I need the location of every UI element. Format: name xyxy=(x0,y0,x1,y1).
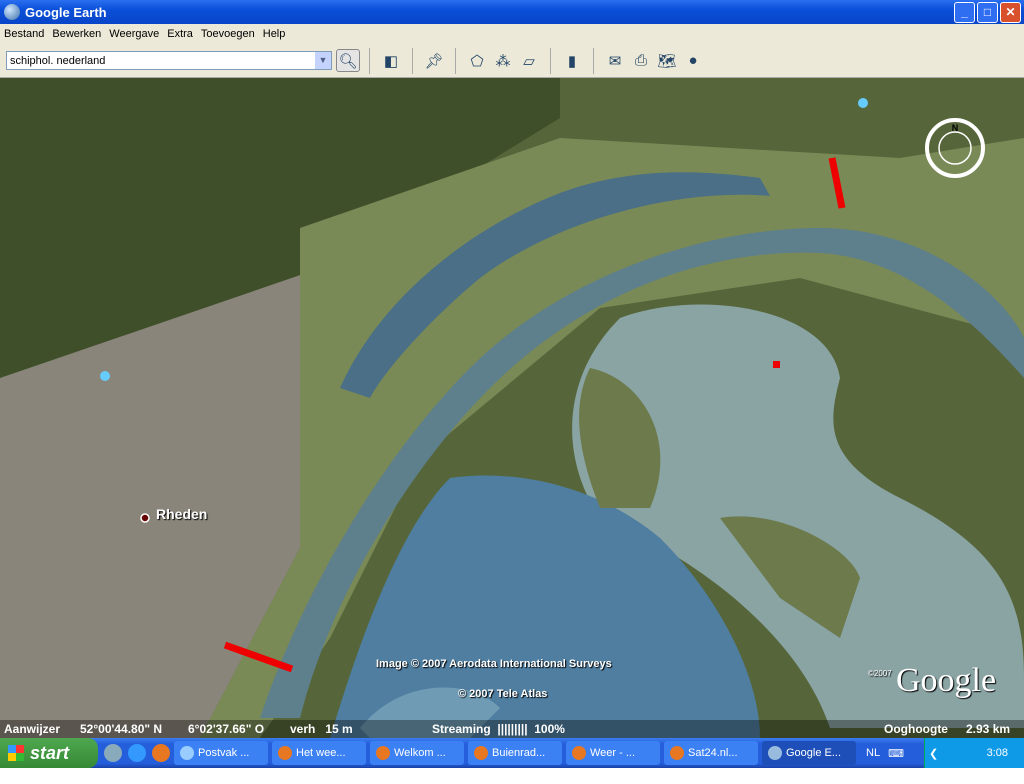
task-google-earth[interactable]: Google E... xyxy=(762,741,856,765)
add-placemark-button[interactable]: 📌︎ xyxy=(422,49,446,73)
outlook-icon xyxy=(180,746,194,760)
task-welkom[interactable]: Welkom ... xyxy=(370,741,464,765)
email-button[interactable]: ✉ xyxy=(603,49,627,73)
elevation: verh 15 m xyxy=(290,722,353,736)
firefox-icon xyxy=(278,746,292,760)
satellite-imagery: N xyxy=(0,78,1024,738)
menu-bestand[interactable]: Bestand xyxy=(4,28,44,40)
task-label: Het wee... xyxy=(296,747,346,759)
task-buienradar[interactable]: Buienrad... xyxy=(468,741,562,765)
quicklaunch-desktop-icon[interactable] xyxy=(104,744,122,762)
latitude: 52°00'44.80" N xyxy=(80,722,163,736)
firefox-icon xyxy=(670,746,684,760)
task-label: Sat24.nl... xyxy=(688,747,738,759)
sidebar-toggle-button[interactable]: ◧ xyxy=(379,49,403,73)
system-tray: ❮ 3:08 xyxy=(924,738,1024,768)
firefox-icon xyxy=(572,746,586,760)
show-hidden-icons-button[interactable]: ❮ xyxy=(929,747,938,760)
task-label: Welkom ... xyxy=(394,747,446,759)
language-indicator[interactable]: NL xyxy=(866,747,880,759)
imagery-credit: Image © 2007 Aerodata International Surv… xyxy=(376,658,612,670)
task-weer[interactable]: Weer - ... xyxy=(566,741,660,765)
svg-text:N: N xyxy=(952,123,959,133)
task-label: Google E... xyxy=(786,747,842,759)
logo-copyright: ©2007 xyxy=(868,669,892,678)
search-input[interactable] xyxy=(7,54,315,67)
task-het-weer[interactable]: Het wee... xyxy=(272,741,366,765)
task-label: Weer - ... xyxy=(590,747,636,759)
task-label: Buienrad... xyxy=(492,747,546,759)
task-label: Postvak ... xyxy=(198,747,250,759)
close-button[interactable]: ✕ xyxy=(1000,2,1021,23)
magnifier-icon: 🔍︎ xyxy=(338,52,358,70)
toolbar: ▼ 🔍︎ ◧ 📌︎ ⬠ ⁂ ▱ ▮ ✉ ⎙ 🗺︎ ● xyxy=(0,44,1024,78)
firefox-icon xyxy=(474,746,488,760)
menu-bar: Bestand Bewerken Weergave Extra Toevoege… xyxy=(0,24,1024,44)
divider xyxy=(550,47,551,74)
chevron-down-icon[interactable]: ▼ xyxy=(315,52,331,69)
google-earth-icon xyxy=(768,746,782,760)
menu-bewerken[interactable]: Bewerken xyxy=(52,28,101,40)
windows-logo-icon xyxy=(8,745,24,761)
earth-map-view[interactable]: N Rheden Image © 2007 Aerodata Internati… xyxy=(0,78,1024,738)
firefox-icon xyxy=(376,746,390,760)
add-polygon-button[interactable]: ⬠ xyxy=(465,49,489,73)
clock[interactable]: 3:08 xyxy=(987,747,1008,759)
google-logo: Google xyxy=(896,662,997,699)
map-data-credit: © 2007 Tele Atlas xyxy=(458,688,548,700)
window-title: Google Earth xyxy=(25,4,107,20)
divider xyxy=(593,47,594,74)
place-label-rheden[interactable]: Rheden xyxy=(156,506,207,522)
add-image-overlay-button[interactable]: ▱ xyxy=(517,49,541,73)
keyboard-icon[interactable]: ⌨ xyxy=(888,747,904,760)
start-button[interactable]: start xyxy=(0,738,98,768)
streaming-status: Streaming ||||||||| 100% xyxy=(432,722,565,736)
search-button[interactable]: 🔍︎ xyxy=(336,49,360,72)
print-button[interactable]: ⎙ xyxy=(629,49,653,73)
longitude: 6°02'37.66" O xyxy=(188,722,265,736)
menu-weergave[interactable]: Weergave xyxy=(109,28,159,40)
maximize-button[interactable]: □ xyxy=(977,2,998,23)
task-sat24[interactable]: Sat24.nl... xyxy=(664,741,758,765)
google-maps-button[interactable]: 🗺︎ xyxy=(655,49,679,73)
eye-altitude-value: 2.93 km xyxy=(966,722,1011,736)
menu-toevoegen[interactable]: Toevoegen xyxy=(201,28,255,40)
eye-altitude-label: Ooghoogte xyxy=(884,722,948,736)
task-postvak[interactable]: Postvak ... xyxy=(174,741,268,765)
google-earth-logo-icon xyxy=(4,4,20,20)
menu-help[interactable]: Help xyxy=(263,28,286,40)
taskbar: start Postvak ... Het wee... Welkom ... … xyxy=(0,738,1024,768)
add-path-button[interactable]: ⁂ xyxy=(491,49,515,73)
minimize-button[interactable]: _ xyxy=(954,2,975,23)
status-bar: Aanwijzer 52°00'44.80" N 6°02'37.66" O v… xyxy=(0,720,1024,738)
start-label: start xyxy=(30,742,70,763)
menu-extra[interactable]: Extra xyxy=(167,28,193,40)
divider xyxy=(455,47,456,74)
quicklaunch-ie-icon[interactable] xyxy=(128,744,146,762)
pointer-label: Aanwijzer xyxy=(4,722,61,736)
divider xyxy=(369,47,370,74)
ruler-button[interactable]: ▮ xyxy=(560,49,584,73)
search-combobox[interactable]: ▼ xyxy=(6,51,332,70)
sky-button[interactable]: ● xyxy=(681,49,705,73)
divider xyxy=(412,47,413,74)
quicklaunch-firefox-icon[interactable] xyxy=(152,744,170,762)
title-bar: Google Earth _ □ ✕ xyxy=(0,0,1024,24)
